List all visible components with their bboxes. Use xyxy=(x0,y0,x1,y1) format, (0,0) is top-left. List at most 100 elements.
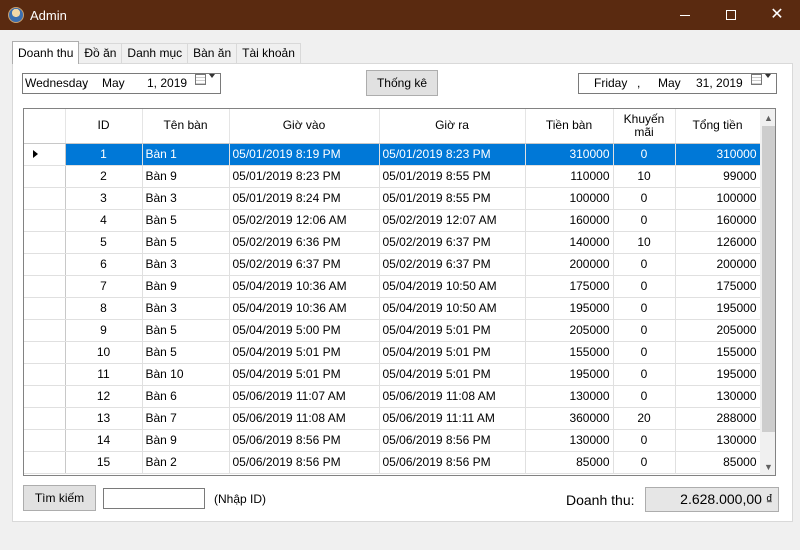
cell-discount[interactable]: 0 xyxy=(613,187,676,210)
cell-id[interactable]: 11 xyxy=(65,363,143,386)
cell-check-out[interactable]: 05/01/2019 8:23 PM xyxy=(379,143,526,166)
cell-check-out[interactable]: 05/04/2019 10:50 AM xyxy=(379,275,526,298)
column-header-table-name[interactable]: Tên bàn xyxy=(142,109,230,144)
cell-table-price[interactable]: 130000 xyxy=(525,429,614,452)
column-header-total[interactable]: Tổng tiền xyxy=(675,109,761,144)
row-header[interactable] xyxy=(24,209,66,232)
tab-doanh-thu[interactable]: Doanh thu xyxy=(12,41,80,64)
column-header-check-out[interactable]: Giờ ra xyxy=(379,109,526,144)
row-header[interactable] xyxy=(24,429,66,452)
cell-total[interactable]: 288000 xyxy=(675,407,761,430)
cell-total[interactable]: 160000 xyxy=(675,209,761,232)
cell-check-out[interactable]: 05/01/2019 8:55 PM xyxy=(379,187,526,210)
cell-discount[interactable]: 0 xyxy=(613,341,676,364)
table-row[interactable]: 15 Bàn 2 05/06/2019 8:56 PM 05/06/2019 8:56… xyxy=(24,451,761,474)
cell-id[interactable]: 8 xyxy=(65,297,143,320)
cell-table-name[interactable]: Bàn 7 xyxy=(142,407,230,430)
row-header[interactable] xyxy=(24,341,66,364)
cell-check-out[interactable]: 05/02/2019 12:07 AM xyxy=(379,209,526,232)
cell-table-price[interactable]: 155000 xyxy=(525,341,614,364)
cell-table-price[interactable]: 310000 xyxy=(525,143,614,166)
cell-total[interactable]: 85000 xyxy=(675,451,761,474)
cell-check-in[interactable]: 05/02/2019 6:36 PM xyxy=(229,231,380,254)
cell-total[interactable]: 130000 xyxy=(675,429,761,452)
date-from-picker[interactable]: Wednesday , May 1, 2019 xyxy=(22,73,221,94)
row-header[interactable] xyxy=(24,385,66,408)
cell-id[interactable]: 7 xyxy=(65,275,143,298)
cell-discount[interactable]: 0 xyxy=(613,143,676,166)
cell-id[interactable]: 13 xyxy=(65,407,143,430)
scrollbar-thumb[interactable] xyxy=(762,126,775,432)
cell-check-in[interactable]: 05/01/2019 8:23 PM xyxy=(229,165,380,188)
cell-check-in[interactable]: 05/06/2019 8:56 PM xyxy=(229,429,380,452)
cell-id[interactable]: 6 xyxy=(65,253,143,276)
cell-total[interactable]: 100000 xyxy=(675,187,761,210)
table-row[interactable]: 2 Bàn 9 05/01/2019 8:23 PM 05/01/2019 8:55 … xyxy=(24,165,761,188)
table-row[interactable]: 3 Bàn 3 05/01/2019 8:24 PM 05/01/2019 8:55 … xyxy=(24,187,761,210)
cell-table-price[interactable]: 100000 xyxy=(525,187,614,210)
row-header[interactable] xyxy=(24,253,66,276)
cell-discount[interactable]: 0 xyxy=(613,253,676,276)
cell-id[interactable]: 9 xyxy=(65,319,143,342)
row-header[interactable] xyxy=(24,451,66,474)
cell-table-price[interactable]: 205000 xyxy=(525,319,614,342)
search-button[interactable]: Tìm kiếm xyxy=(23,485,96,511)
cell-table-name[interactable]: Bàn 1 xyxy=(142,143,230,166)
cell-discount[interactable]: 0 xyxy=(613,429,676,452)
cell-table-name[interactable]: Bàn 9 xyxy=(142,165,230,188)
row-header[interactable] xyxy=(24,363,66,386)
cell-discount[interactable]: 10 xyxy=(613,231,676,254)
cell-table-price[interactable]: 175000 xyxy=(525,275,614,298)
row-header[interactable] xyxy=(24,231,66,254)
cell-check-in[interactable]: 05/04/2019 5:01 PM xyxy=(229,363,380,386)
minimize-button[interactable] xyxy=(662,0,708,30)
cell-check-in[interactable]: 05/02/2019 6:37 PM xyxy=(229,253,380,276)
table-row[interactable]: 12 Bàn 6 05/06/2019 11:07 AM 05/06/2019 11:… xyxy=(24,385,761,408)
cell-table-price[interactable]: 200000 xyxy=(525,253,614,276)
cell-check-in[interactable]: 05/06/2019 11:07 AM xyxy=(229,385,380,408)
cell-check-in[interactable]: 05/02/2019 12:06 AM xyxy=(229,209,380,232)
cell-table-price[interactable]: 140000 xyxy=(525,231,614,254)
row-header[interactable] xyxy=(24,187,66,210)
cell-check-in[interactable]: 05/04/2019 10:36 AM xyxy=(229,275,380,298)
cell-check-in[interactable]: 05/01/2019 8:24 PM xyxy=(229,187,380,210)
row-header[interactable] xyxy=(24,143,66,166)
table-row[interactable]: 14 Bàn 9 05/06/2019 8:56 PM 05/06/2019 8:56… xyxy=(24,429,761,452)
statistics-button[interactable]: Thống kê xyxy=(366,70,438,96)
cell-table-price[interactable]: 195000 xyxy=(525,297,614,320)
date-to-picker[interactable]: Friday , May 31, 2019 xyxy=(578,73,777,94)
cell-discount[interactable]: 0 xyxy=(613,451,676,474)
row-header[interactable] xyxy=(24,297,66,320)
cell-total[interactable]: 99000 xyxy=(675,165,761,188)
maximize-button[interactable] xyxy=(708,0,754,30)
table-row[interactable]: 9 Bàn 5 05/04/2019 5:00 PM 05/04/2019 5:01 … xyxy=(24,319,761,342)
cell-total[interactable]: 130000 xyxy=(675,385,761,408)
tab-tai-khoan[interactable]: Tài khoản xyxy=(236,43,301,64)
cell-table-name[interactable]: Bàn 2 xyxy=(142,451,230,474)
cell-check-in[interactable]: 05/06/2019 11:08 AM xyxy=(229,407,380,430)
bill-id-input[interactable] xyxy=(103,488,205,509)
cell-id[interactable]: 5 xyxy=(65,231,143,254)
cell-discount[interactable]: 0 xyxy=(613,275,676,298)
cell-check-in[interactable]: 05/04/2019 10:36 AM xyxy=(229,297,380,320)
column-header-table-price[interactable]: Tiền bàn xyxy=(525,109,614,144)
row-header[interactable] xyxy=(24,275,66,298)
column-header-check-in[interactable]: Giờ vào xyxy=(229,109,380,144)
table-row[interactable]: 1 Bàn 1 05/01/2019 8:19 PM 05/01/2019 8:23 … xyxy=(24,143,761,166)
cell-table-price[interactable]: 130000 xyxy=(525,385,614,408)
cell-discount[interactable]: 0 xyxy=(613,209,676,232)
cell-discount[interactable]: 0 xyxy=(613,297,676,320)
cell-check-in[interactable]: 05/04/2019 5:00 PM xyxy=(229,319,380,342)
cell-check-in[interactable]: 05/01/2019 8:19 PM xyxy=(229,143,380,166)
tab-ban-an[interactable]: Bàn ăn xyxy=(187,43,238,64)
cell-table-name[interactable]: Bàn 9 xyxy=(142,275,230,298)
tab-danh-muc[interactable]: Danh mục xyxy=(121,43,189,64)
cell-check-out[interactable]: 05/06/2019 8:56 PM xyxy=(379,429,526,452)
cell-check-out[interactable]: 05/06/2019 11:08 AM xyxy=(379,385,526,408)
cell-table-name[interactable]: Bàn 5 xyxy=(142,341,230,364)
cell-id[interactable]: 1 xyxy=(65,143,143,166)
cell-table-name[interactable]: Bàn 10 xyxy=(142,363,230,386)
cell-table-name[interactable]: Bàn 6 xyxy=(142,385,230,408)
cell-check-out[interactable]: 05/02/2019 6:37 PM xyxy=(379,253,526,276)
cell-check-out[interactable]: 05/04/2019 5:01 PM xyxy=(379,341,526,364)
